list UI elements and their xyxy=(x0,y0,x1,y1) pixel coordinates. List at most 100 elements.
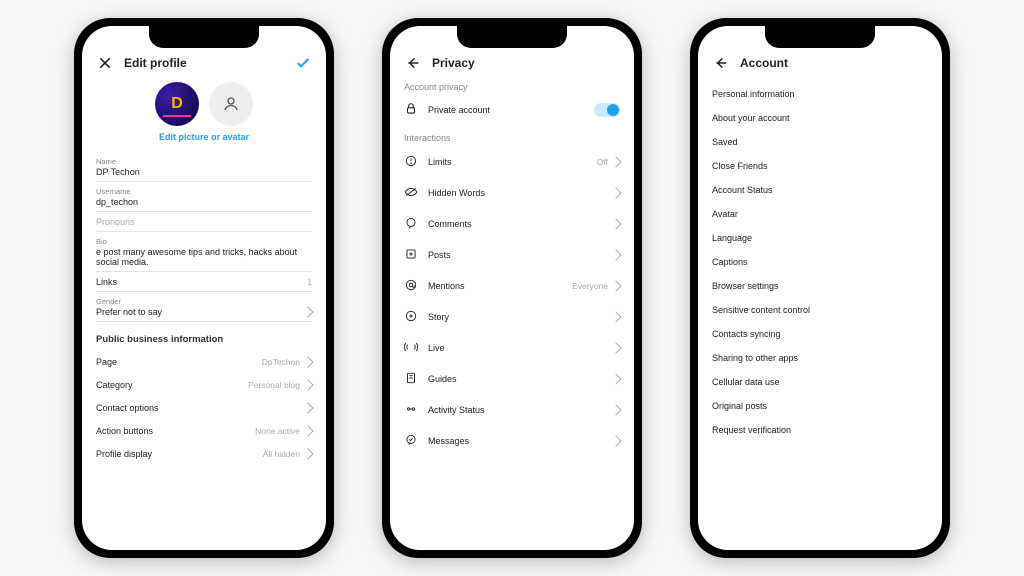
edit-picture-link[interactable]: Edit picture or avatar xyxy=(96,132,312,142)
row-meta: Off xyxy=(597,157,608,167)
row-label: Page xyxy=(96,357,117,367)
field-name[interactable]: Name DP Techon xyxy=(96,152,312,182)
lock-icon xyxy=(404,102,418,118)
account-header: Account xyxy=(712,54,928,72)
row-label: Profile display xyxy=(96,449,152,459)
row-label: Limits xyxy=(428,157,452,167)
account-item-5[interactable]: Avatar xyxy=(712,202,928,226)
row-label: Sharing to other apps xyxy=(712,353,798,363)
close-icon[interactable] xyxy=(96,54,114,72)
row-label: About your account xyxy=(712,113,790,123)
page-title: Edit profile xyxy=(124,56,284,70)
row-label: Live xyxy=(428,343,445,353)
row-label: Browser settings xyxy=(712,281,779,291)
account-item-7[interactable]: Captions xyxy=(712,250,928,274)
row-label: Close Friends xyxy=(712,161,768,171)
row-posts[interactable]: Posts xyxy=(404,240,620,271)
live-icon xyxy=(404,340,418,356)
edit-profile-header: Edit profile xyxy=(96,54,312,72)
phone-notch xyxy=(149,26,259,48)
alt-avatar[interactable] xyxy=(209,82,253,126)
row-label: Hidden Words xyxy=(428,188,485,198)
chevron-right-icon xyxy=(302,379,313,390)
row-label: Activity Status xyxy=(428,405,485,415)
private-account-toggle[interactable] xyxy=(594,103,620,117)
row-category[interactable]: Category Personal blog xyxy=(96,374,312,397)
row-label: Language xyxy=(712,233,752,243)
row-label: Cellular data use xyxy=(712,377,780,387)
account-item-0[interactable]: Personal information xyxy=(712,82,928,106)
mentions-icon xyxy=(404,278,418,294)
field-username[interactable]: Username dp_techon xyxy=(96,182,312,212)
field-bio[interactable]: Bio e post many awesome tips and tricks,… xyxy=(96,232,312,272)
row-label: Account Status xyxy=(712,185,773,195)
hidden-words-icon xyxy=(404,185,418,201)
row-label: Story xyxy=(428,312,449,322)
row-limits[interactable]: Limits Off xyxy=(404,147,620,178)
privacy-header: Privacy xyxy=(404,54,620,72)
field-label: Links xyxy=(96,277,117,287)
phone-notch xyxy=(765,26,875,48)
account-item-9[interactable]: Sensitive content control xyxy=(712,298,928,322)
guides-icon xyxy=(404,371,418,387)
back-icon[interactable] xyxy=(404,54,422,72)
business-info-section: Public business information xyxy=(96,334,312,345)
account-item-6[interactable]: Language xyxy=(712,226,928,250)
profile-avatar[interactable]: D xyxy=(155,82,199,126)
row-hidden-words[interactable]: Hidden Words xyxy=(404,178,620,209)
row-live[interactable]: Live xyxy=(404,333,620,364)
row-private-account[interactable]: Private account xyxy=(404,96,620,125)
account-item-1[interactable]: About your account xyxy=(712,106,928,130)
confirm-icon[interactable] xyxy=(294,54,312,72)
field-value: dp_techon xyxy=(96,197,312,207)
back-icon[interactable] xyxy=(712,54,730,72)
row-activity-status[interactable]: Activity Status xyxy=(404,395,620,426)
account-item-3[interactable]: Close Friends xyxy=(712,154,928,178)
field-value: DP Techon xyxy=(96,167,312,177)
account-item-4[interactable]: Account Status xyxy=(712,178,928,202)
chevron-right-icon xyxy=(610,404,621,415)
story-icon xyxy=(404,309,418,325)
account-item-8[interactable]: Browser settings xyxy=(712,274,928,298)
row-label: Comments xyxy=(428,219,472,229)
row-mentions[interactable]: MentionsEveryone xyxy=(404,271,620,302)
limits-icon xyxy=(404,154,418,170)
field-value: e post many awesome tips and tricks, hac… xyxy=(96,247,312,267)
interactions-subhead: Interactions xyxy=(404,133,620,143)
account-item-11[interactable]: Sharing to other apps xyxy=(712,346,928,370)
account-item-14[interactable]: Request verification xyxy=(712,418,928,442)
avatar-row: D xyxy=(96,82,312,126)
row-profile-display[interactable]: Profile display All hidden xyxy=(96,443,312,466)
row-label: Posts xyxy=(428,250,451,260)
chevron-right-icon xyxy=(302,306,313,317)
row-contact-options[interactable]: Contact options xyxy=(96,397,312,420)
field-gender[interactable]: Gender Prefer not to say xyxy=(96,292,312,322)
field-label: Username xyxy=(96,187,312,196)
field-label: Bio xyxy=(96,237,312,246)
phone-edit-profile: Edit profile D Edit picture or avatar Na… xyxy=(74,18,334,558)
account-item-12[interactable]: Cellular data use xyxy=(712,370,928,394)
row-meta: Everyone xyxy=(572,281,608,291)
account-item-2[interactable]: Saved xyxy=(712,130,928,154)
field-links[interactable]: Links 1 xyxy=(96,272,312,292)
row-action-buttons[interactable]: Action buttons None active xyxy=(96,420,312,443)
row-guides[interactable]: Guides xyxy=(404,364,620,395)
account-item-13[interactable]: Original posts xyxy=(712,394,928,418)
row-label: Guides xyxy=(428,374,457,384)
chevron-right-icon xyxy=(610,187,621,198)
row-story[interactable]: Story xyxy=(404,302,620,333)
page-title: Account xyxy=(740,56,928,70)
row-label: Personal information xyxy=(712,89,795,99)
account-list: Personal information About your account Sa… xyxy=(712,82,928,442)
chevron-right-icon xyxy=(610,249,621,260)
row-label: Request verification xyxy=(712,425,791,435)
interactions-list: Limits Off Hidden Words Comments Posts Mentio… xyxy=(404,147,620,457)
row-page[interactable]: Page DpTechon xyxy=(96,351,312,374)
account-item-10[interactable]: Contacts syncing xyxy=(712,322,928,346)
row-messages[interactable]: Messages xyxy=(404,426,620,457)
field-pronouns[interactable]: Pronouns xyxy=(96,212,312,232)
row-comments[interactable]: Comments xyxy=(404,209,620,240)
chevron-right-icon xyxy=(610,156,621,167)
comments-icon xyxy=(404,216,418,232)
chevron-right-icon xyxy=(302,425,313,436)
